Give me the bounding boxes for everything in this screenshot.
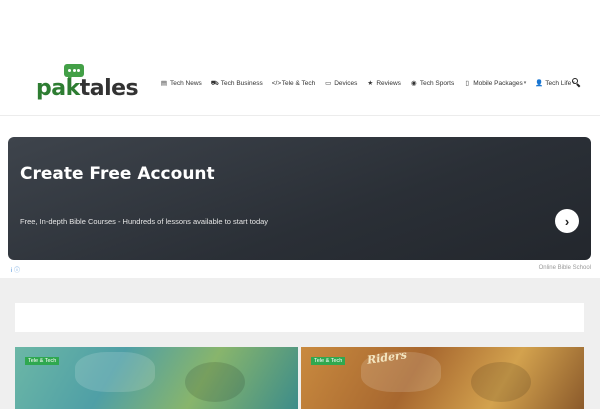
card-image-shape (75, 352, 155, 392)
ad-source-link[interactable]: Online Bible School (539, 265, 591, 271)
ad-title: Create Free Account (20, 164, 215, 184)
ad-next-button[interactable]: › (555, 209, 579, 233)
nav-item-label: Devices (334, 79, 358, 87)
chevron-down-icon: ▾ (523, 80, 527, 86)
main-nav: ▤ Tech News ⛟ Tech Business </> Tele & Tech ▭ D… (160, 77, 586, 89)
star-icon: ★ (367, 80, 374, 87)
card-image-shape (471, 362, 531, 402)
nav-item-tech-life[interactable]: 👤 Tech Life ▾ (535, 79, 575, 88)
nav-item-tech-sports[interactable]: ◉ Tech Sports (410, 79, 455, 88)
car-icon: ⛟ (210, 79, 219, 87)
mobile-icon: ▯ (465, 80, 469, 87)
article-card[interactable]: Riders Tele & Tech (301, 347, 584, 409)
logo-text: paktales (36, 76, 139, 101)
article-card[interactable]: Tele & Tech (15, 347, 298, 409)
ad-subtitle: Free, In-depth Bible Courses - Hundreds … (20, 217, 269, 226)
nav-item-tech-news[interactable]: ▤ Tech News (160, 79, 202, 88)
nav-item-label: Tech Sports (419, 79, 455, 87)
placeholder-bar (15, 303, 584, 332)
user-icon: 👤 (535, 80, 544, 87)
nav-item-devices[interactable]: ▭ Devices (324, 79, 358, 88)
content-area: Tele & Tech Riders Tele & Tech (0, 278, 600, 409)
card-image-shape (185, 362, 245, 402)
nav-item-label: Tech Business (220, 79, 263, 87)
nav-item-tech-business[interactable]: ⛟ Tech Business (211, 79, 263, 88)
nav-item-tele-tech[interactable]: </> Tele & Tech (272, 80, 315, 87)
ad-info-icon[interactable]: i ⓘ (11, 265, 20, 274)
news-icon: ▤ (160, 80, 168, 87)
nav-item-reviews[interactable]: ★ Reviews (366, 79, 401, 88)
nav-item-label: Tech News (170, 79, 202, 87)
logo-text-pak: pak (36, 76, 80, 101)
nav-item-label: Tech Life (545, 79, 572, 87)
category-tag[interactable]: Tele & Tech (311, 357, 346, 365)
ad-section: Create Free Account Free, In-depth Bible… (0, 117, 600, 277)
nav-item-label: Tele & Tech (281, 79, 316, 87)
nav-item-label: Mobile Packages (473, 79, 523, 87)
logo-text-tales: tales (79, 76, 139, 101)
globe-icon: ◉ (411, 80, 417, 87)
site-header: paktales ▤ Tech News ⛟ Tech Business </> Tele… (0, 0, 600, 116)
search-icon[interactable] (572, 78, 581, 88)
code-icon: </> (271, 79, 282, 87)
category-tag[interactable]: Tele & Tech (25, 357, 60, 365)
nav-item-mobile-packages[interactable]: ▯ Mobile Packages ▾ (463, 79, 527, 88)
nav-item-label: Reviews (376, 79, 401, 87)
paktales-logo[interactable]: paktales (36, 64, 139, 102)
ad-banner[interactable]: Create Free Account Free, In-depth Bible… (8, 137, 591, 260)
monitor-icon: ▭ (325, 80, 332, 87)
